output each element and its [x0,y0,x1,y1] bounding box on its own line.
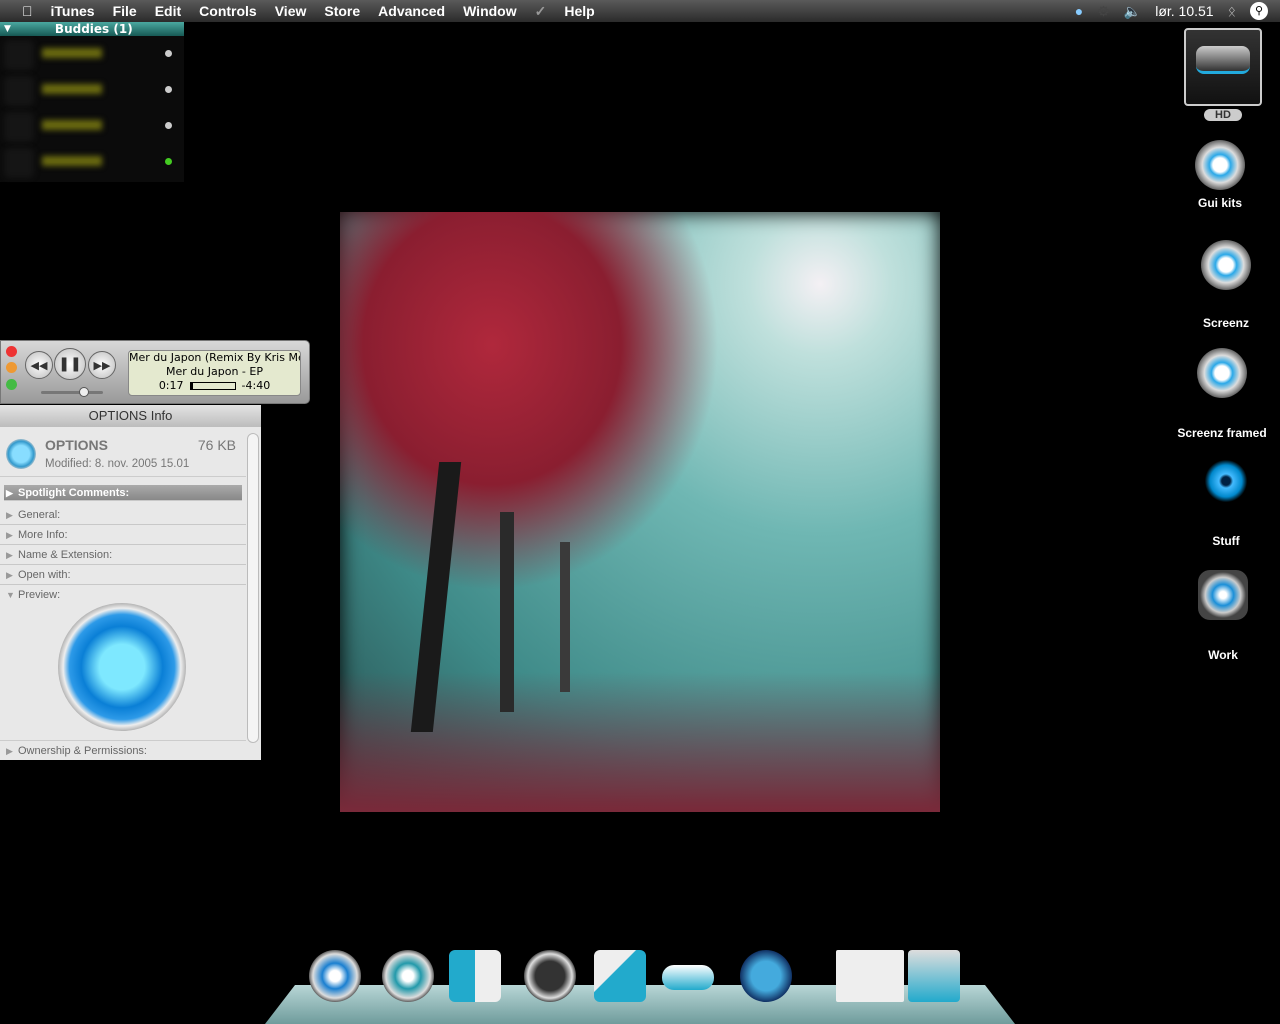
minimize-button[interactable] [6,362,17,373]
section-more-info[interactable]: ▶ More Info: [0,525,246,545]
scrollbar[interactable] [247,433,259,743]
buddy-name-blurred [42,48,102,58]
buddy-name-blurred [42,120,102,130]
menu-advanced[interactable]: Advanced [369,3,454,19]
previous-button[interactable]: ◀◀ [25,351,53,379]
buddy-name-blurred [42,84,102,94]
menu-controls[interactable]: Controls [190,3,266,19]
buddy-group-header[interactable]: ▼ Buddies (1) [0,22,184,36]
section-ownership[interactable]: ▶ Ownership & Permissions: [0,740,246,760]
bluetooth-icon[interactable]: ᛟ [1228,3,1236,19]
flower-icon [1201,456,1251,506]
itunes-mini-player: ◀◀ ❚❚ ▶▶ Mer du Japon (Remix By Kris Me … [0,340,310,404]
avatar [4,40,34,70]
section-name-extension[interactable]: ▶ Name & Extension: [0,545,246,565]
window-title: OPTIONS Info [0,405,261,427]
mail-icon[interactable] [594,950,646,1002]
remaining-time: -4:40 [241,379,271,392]
avatar [4,76,34,106]
progress-bar[interactable] [189,382,236,390]
lcd-display: Mer du Japon (Remix By Kris Me Mer du Ja… [128,350,301,396]
mascot-icon[interactable] [740,950,792,1002]
buddy-item[interactable] [0,36,184,72]
gear-icon[interactable]: ⚙ [1097,3,1110,20]
folder-icon [1197,348,1247,398]
desktop-photo-autumn-trees [340,212,940,812]
section-spotlight-comments[interactable]: ▶ Spotlight Comments: [4,485,242,501]
menu-bar:  iTunes File Edit Controls View Store A… [0,0,1280,22]
menu-app[interactable]: iTunes [42,3,104,19]
volume-slider[interactable] [31,387,116,397]
folder-screenz-framed[interactable]: Screenz framed [1171,348,1273,440]
section-open-with[interactable]: ▶ Open with: [0,565,246,585]
volume-icon[interactable]: 🔈 [1124,3,1141,20]
folder-stuff[interactable]: Stuff [1176,456,1276,548]
group-title: Buddies (1) [54,22,133,36]
status-dot [165,50,172,57]
adium-icon[interactable]: ● [1075,3,1083,19]
status-dot [165,122,172,129]
browser-icon[interactable] [382,950,434,1002]
menu-store[interactable]: Store [315,3,369,19]
safari-icon[interactable] [524,950,576,1002]
file-size: 76 KB [197,437,236,453]
apple-icon[interactable]:  [0,3,42,19]
buddy-list: ▼ Buddies (1) [0,22,184,182]
folder-icon [1201,240,1251,290]
hd-drive[interactable]: HD [1173,28,1273,121]
gear-file-icon [6,439,36,469]
elapsed-time: 0:17 [158,379,184,392]
clover-icon [1198,570,1248,620]
documents-icon[interactable] [836,950,904,1002]
avatar [4,112,34,142]
section-preview[interactable]: ▼ Preview: [0,585,246,605]
pause-button[interactable]: ❚❚ [54,348,86,380]
script-icon[interactable]: ✓ [526,3,556,20]
modified-date: Modified: 8. nov. 2005 15.01 [45,458,190,470]
folder-icon [1195,140,1245,190]
folder-work[interactable]: Work [1173,570,1273,662]
spotlight-icon[interactable]: ⚲ [1250,2,1268,20]
buddy-name-blurred [42,156,102,166]
disclosure-icon[interactable]: ▼ [0,24,25,34]
drive-icon[interactable] [662,965,714,990]
power-icon[interactable] [309,950,361,1002]
avatar [4,148,34,178]
menu-file[interactable]: File [104,3,146,19]
volume-knob[interactable] [79,387,89,397]
buddy-item[interactable] [0,144,184,180]
next-button[interactable]: ▶▶ [88,351,116,379]
clock[interactable]: lør. 10.51 [1155,3,1213,19]
buddy-item[interactable] [0,72,184,108]
file-name: OPTIONS [45,437,109,453]
hd-label: HD [1204,109,1242,121]
hard-drive-icon [1184,28,1262,106]
buddy-item[interactable] [0,108,184,144]
preview-image [58,603,186,731]
menu-view[interactable]: View [266,3,316,19]
menu-edit[interactable]: Edit [146,3,190,19]
status-dot [165,86,172,93]
track-title: Mer du Japon (Remix By Kris Me [129,351,301,364]
folder-screenz[interactable]: Screenz [1176,240,1276,330]
album-title: Mer du Japon - EP [166,365,263,378]
section-general[interactable]: ▶ General: [0,505,246,525]
status-dot [165,158,172,165]
finder-icon[interactable] [449,950,501,1002]
close-button[interactable] [6,346,17,357]
menu-help[interactable]: Help [555,3,603,19]
trash-icon[interactable] [908,950,960,1002]
menu-window[interactable]: Window [454,3,526,19]
zoom-button[interactable] [6,379,17,390]
folder-gui-kits[interactable]: Gui kits [1170,140,1270,210]
info-window: OPTIONS Info OPTIONS 76 KB Modified: 8. … [0,405,261,760]
